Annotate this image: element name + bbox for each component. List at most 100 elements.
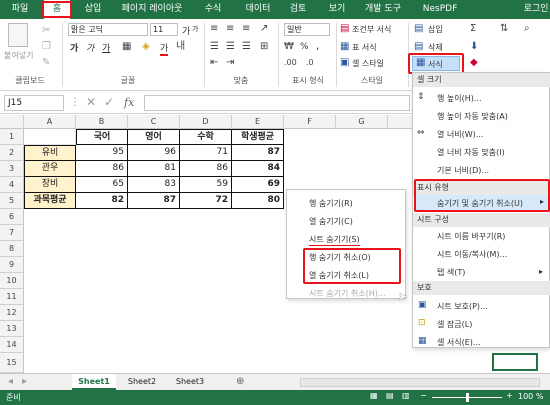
row-header[interactable]: 2 [0, 145, 24, 161]
table-format-button[interactable]: 표 서식 [352, 42, 377, 53]
zoom-thumb[interactable] [466, 393, 469, 402]
row-label-cell[interactable]: 유비 [24, 145, 76, 161]
zoom-level[interactable]: 100 % [518, 392, 543, 401]
italic-button[interactable]: 가 [86, 41, 94, 54]
insert-cells-button[interactable]: 삽입 [428, 24, 443, 35]
row-header[interactable]: 11 [0, 289, 24, 305]
copy-icon[interactable]: ❐ [42, 41, 51, 53]
font-color-button[interactable]: 가 [160, 41, 169, 56]
table-cell[interactable]: 59 [180, 177, 232, 193]
row-header[interactable]: 14 [0, 337, 24, 353]
sheet-tab[interactable]: Sheet3 [168, 374, 212, 390]
col-header[interactable]: F [284, 115, 336, 129]
format-cells-item[interactable]: 셀 서식(E)... [437, 337, 481, 348]
tab-file[interactable]: 파일 [2, 0, 38, 19]
horizontal-scrollbar[interactable] [300, 378, 540, 387]
percent-button[interactable]: % [300, 42, 309, 52]
normal-view-icon[interactable]: ▦ [370, 391, 378, 400]
cancel-icon[interactable]: ✕ [86, 96, 96, 108]
table-cell[interactable]: 69 [232, 177, 284, 193]
row-label-cell[interactable]: 과목평균 [24, 193, 76, 209]
decrease-decimal-icon[interactable]: .0 [306, 57, 314, 69]
add-sheet-icon[interactable]: ⊕ [236, 376, 244, 388]
align-bottom-icon[interactable]: ≡ [242, 23, 250, 35]
tab-developer[interactable]: 개발 도구 [360, 0, 406, 19]
shrink-font-button[interactable]: 가 [192, 24, 198, 34]
tab-formulas[interactable]: 수식 [198, 0, 228, 19]
table-cell[interactable]: 87 [128, 193, 180, 209]
unhide-sheet-item[interactable]: 시트 숨기기 취소(H)... [309, 288, 386, 299]
col-header[interactable]: D [180, 115, 232, 129]
table-header-cell[interactable]: 학생평균 [232, 129, 284, 145]
next-sheet-icon[interactable]: ▸ [22, 376, 27, 388]
table-header-cell[interactable]: 국어 [76, 129, 128, 145]
tab-nespdf[interactable]: NesPDF [418, 0, 462, 19]
fill-icon[interactable]: ⬇ [470, 41, 478, 53]
row-header[interactable]: 13 [0, 321, 24, 337]
col-header[interactable]: A [24, 115, 76, 129]
grow-font-button[interactable]: 가 [182, 24, 190, 37]
font-name-select[interactable]: 맑은 고딕 [68, 23, 148, 36]
hide-columns-item[interactable]: 열 숨기기(C) [309, 216, 353, 227]
align-middle-icon[interactable]: ≡ [226, 23, 234, 35]
decrease-indent-icon[interactable]: ⇤ [210, 57, 218, 69]
select-all[interactable] [0, 115, 24, 129]
col-header[interactable]: B [76, 115, 128, 129]
table-cell[interactable]: 83 [128, 177, 180, 193]
row-header[interactable]: 9 [0, 257, 24, 273]
cond-format-button[interactable]: 조건부 서식 [352, 24, 391, 35]
function-icon[interactable]: fx [124, 96, 134, 109]
table-cell[interactable]: 96 [128, 145, 180, 161]
name-box[interactable]: J15 [4, 95, 64, 111]
row-autofit-item[interactable]: 행 높이 자동 맞춤(A) [437, 111, 508, 122]
row-header[interactable]: 1 [0, 129, 24, 145]
tab-color-item[interactable]: 탭 색(T) [437, 267, 465, 278]
sheet-tab[interactable]: Sheet2 [120, 374, 164, 390]
zoom-in-icon[interactable]: + [506, 391, 513, 400]
delete-cells-button[interactable]: 삭제 [428, 42, 443, 53]
table-cell[interactable]: 80 [232, 193, 284, 209]
login-link[interactable]: 로그인 [522, 0, 550, 19]
row-header[interactable]: 15 [0, 353, 24, 373]
enter-icon[interactable]: ✓ [104, 96, 114, 108]
prev-sheet-icon[interactable]: ◂ [8, 376, 13, 388]
row-header[interactable]: 7 [0, 225, 24, 241]
selected-cell[interactable] [492, 353, 538, 371]
col-autofit-item[interactable]: 열 너비 자동 맞춤(I) [437, 147, 505, 158]
phonetic-icon[interactable]: 내 [176, 41, 185, 53]
find-icon[interactable]: ⌕ [524, 23, 530, 35]
comma-button[interactable]: , [316, 41, 319, 52]
align-top-icon[interactable]: ≡ [210, 23, 218, 35]
row-header[interactable]: 8 [0, 241, 24, 257]
hide-rows-item[interactable]: 행 숨기기(R) [309, 198, 353, 209]
format-painter-icon[interactable]: ✎ [42, 57, 50, 69]
table-header-cell[interactable]: 수학 [180, 129, 232, 145]
rename-sheet-item[interactable]: 시트 이름 바꾸기(R) [437, 231, 505, 242]
protect-sheet-item[interactable]: 시트 보호(P)... [437, 301, 488, 312]
table-cell[interactable]: 81 [128, 161, 180, 177]
table-cell[interactable]: 86 [180, 161, 232, 177]
row-label-cell[interactable]: 관우 [24, 161, 76, 177]
tab-data[interactable]: 데이터 [240, 0, 276, 19]
row-header[interactable]: 4 [0, 177, 24, 193]
cut-icon[interactable]: ✂ [42, 25, 50, 37]
move-copy-item[interactable]: 시트 이동/복사(M)... [437, 249, 507, 260]
hide-sheet-item[interactable]: 시트 숨기기(S) [309, 234, 360, 246]
row-header[interactable]: 5 [0, 193, 24, 209]
merge-icon[interactable]: ⊞ [260, 41, 268, 53]
align-center-icon[interactable]: ☰ [226, 41, 235, 53]
tab-insert[interactable]: 삽입 [78, 0, 108, 19]
table-header-cell[interactable]: 영어 [128, 129, 180, 145]
table-cell[interactable]: 82 [76, 193, 128, 209]
row-height-item[interactable]: 행 높이(H)... [437, 93, 482, 104]
bold-button[interactable]: 가 [70, 41, 78, 54]
page-layout-view-icon[interactable]: ▤ [386, 391, 394, 400]
cell-style-button[interactable]: 셀 스타일 [352, 58, 384, 69]
tab-review[interactable]: 검토 [284, 0, 312, 19]
row-header[interactable]: 10 [0, 273, 24, 289]
sheet-tab[interactable]: Sheet1 [72, 374, 116, 390]
orientation-icon[interactable]: ↗ [260, 23, 268, 35]
default-width-item[interactable]: 기본 너비(D)... [437, 165, 489, 176]
table-cell[interactable]: 95 [76, 145, 128, 161]
increase-decimal-icon[interactable]: .00 [284, 57, 297, 69]
